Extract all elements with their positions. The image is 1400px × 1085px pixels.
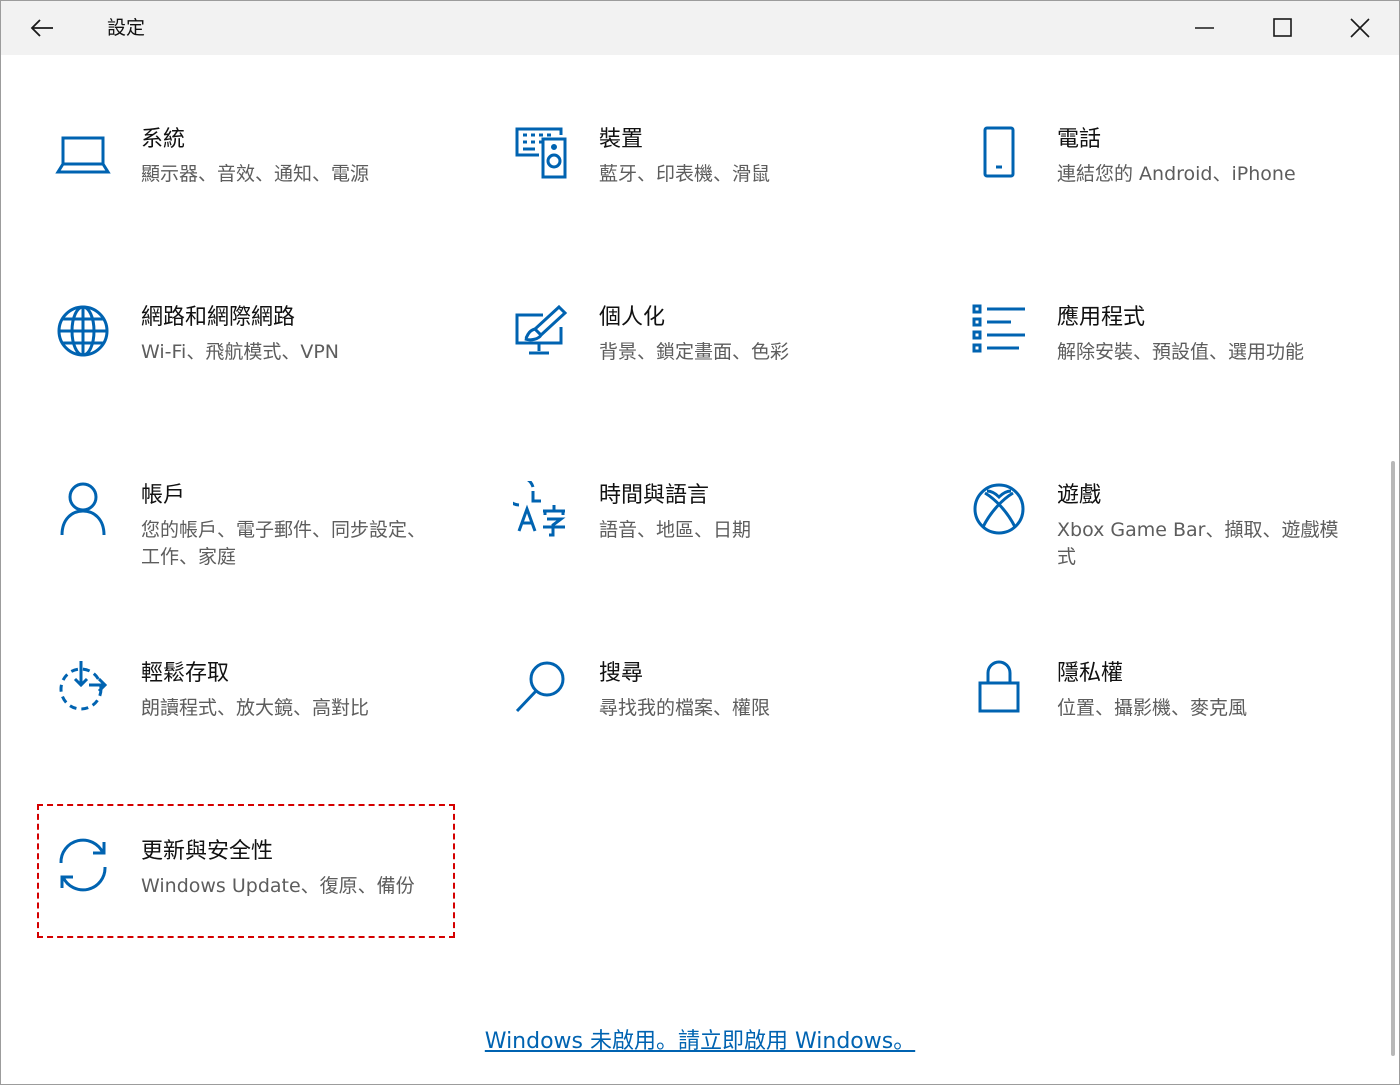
phone-icon (969, 123, 1029, 183)
category-apps[interactable]: 應用程式 解除安裝、預設值、選用功能 (969, 301, 1389, 411)
arrow-left-icon (30, 18, 54, 38)
category-title: 網路和網際網路 (141, 305, 296, 330)
globe-icon (53, 301, 113, 361)
category-description: 朗讀程式、放大鏡、高對比 (141, 697, 370, 719)
category-personalization[interactable]: 個人化 背景、鎖定畫面、色彩 (511, 301, 931, 411)
sync-icon (53, 835, 113, 895)
category-title: 電話 (1057, 127, 1102, 152)
category-network[interactable]: 網路和網際網路 Wi-Fi、飛航模式、VPN (53, 301, 473, 411)
xbox-icon (969, 479, 1029, 539)
minimize-button[interactable] (1166, 1, 1244, 55)
category-system[interactable]: 系統 顯示器、音效、通知、電源 (53, 123, 473, 233)
category-title: 搜尋 (599, 661, 644, 686)
category-phone[interactable]: 電話 連結您的 Android、iPhone (969, 123, 1389, 233)
category-update-security[interactable]: 更新與安全性 Windows Update、復原、備份 (53, 835, 473, 945)
search-icon (511, 657, 571, 717)
category-title: 時間與語言 (599, 483, 710, 508)
category-description: Wi-Fi、飛航模式、VPN (141, 341, 339, 363)
category-description: Windows Update、復原、備份 (141, 875, 415, 897)
category-title: 隱私權 (1057, 661, 1124, 686)
category-title: 輕鬆存取 (141, 661, 230, 686)
close-button[interactable] (1321, 1, 1399, 55)
app-list-icon (969, 301, 1029, 361)
close-icon (1350, 18, 1370, 38)
category-title: 帳戶 (141, 483, 186, 508)
category-description: 背景、鎖定畫面、色彩 (599, 341, 790, 363)
laptop-icon (53, 123, 113, 183)
category-description: 語音、地區、日期 (599, 519, 752, 541)
minimize-icon (1195, 26, 1215, 30)
category-search[interactable]: 搜尋 尋找我的檔案、權限 (511, 657, 931, 767)
category-description: 顯示器、音效、通知、電源 (141, 163, 370, 185)
settings-window: 設定 系統 顯示器、音效、通知、電源 裝置 藍牙、印表機、滑鼠 電話 連結您的 … (0, 0, 1400, 1085)
window-title: 設定 (107, 17, 146, 39)
category-title: 個人化 (599, 305, 666, 330)
maximize-icon (1273, 18, 1293, 38)
lock-icon (969, 657, 1029, 717)
activation-link-text[interactable]: Windows 未啟用。請立即啟用 Windows。 (485, 1029, 915, 1054)
category-title: 應用程式 (1057, 305, 1146, 330)
paint-monitor-icon (511, 301, 571, 361)
keyboard-speaker-icon (511, 123, 571, 183)
category-time-language[interactable]: 時間與語言 語音、地區、日期 (511, 479, 931, 589)
category-ease-of-access[interactable]: 輕鬆存取 朗讀程式、放大鏡、高對比 (53, 657, 473, 767)
category-description: 位置、攝影機、麥克風 (1057, 697, 1248, 719)
category-description: 連結您的 Android、iPhone (1057, 163, 1296, 185)
title-bar: 設定 (1, 1, 1399, 55)
category-title: 裝置 (599, 127, 644, 152)
category-privacy[interactable]: 隱私權 位置、攝影機、麥克風 (969, 657, 1389, 767)
ease-of-access-icon (53, 657, 113, 717)
category-accounts[interactable]: 帳戶 您的帳戶、電子郵件、同步設定、工作、家庭 (53, 479, 473, 589)
activation-link[interactable]: Windows 未啟用。請立即啟用 Windows。 (1, 1023, 1399, 1055)
vertical-scrollbar[interactable] (1391, 461, 1395, 1056)
category-title: 更新與安全性 (141, 839, 274, 864)
back-button[interactable] (19, 9, 65, 47)
person-icon (53, 479, 113, 539)
category-description: 尋找我的檔案、權限 (599, 697, 771, 719)
category-description: Xbox Game Bar、擷取、遊戲模式 (1057, 519, 1339, 568)
category-description: 解除安裝、預設值、選用功能 (1057, 341, 1305, 363)
category-title: 系統 (141, 127, 186, 152)
category-gaming[interactable]: 遊戲 Xbox Game Bar、擷取、遊戲模式 (969, 479, 1389, 589)
category-description: 您的帳戶、電子郵件、同步設定、工作、家庭 (141, 519, 427, 568)
category-description: 藍牙、印表機、滑鼠 (599, 163, 771, 185)
time-language-icon (511, 479, 571, 539)
category-devices[interactable]: 裝置 藍牙、印表機、滑鼠 (511, 123, 931, 233)
maximize-button[interactable] (1244, 1, 1322, 55)
category-title: 遊戲 (1057, 483, 1102, 508)
